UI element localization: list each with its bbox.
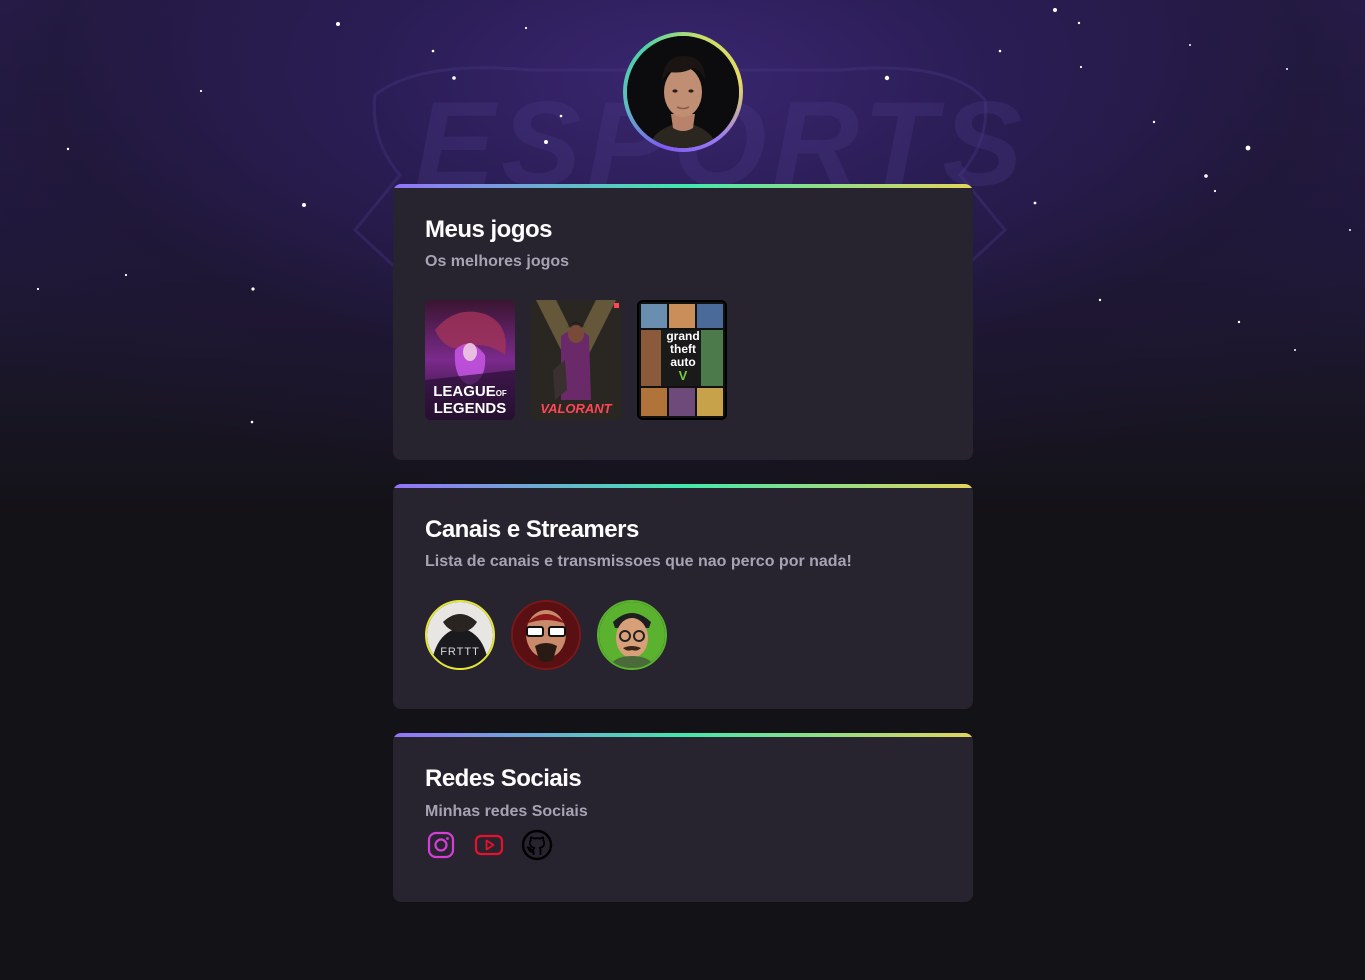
channel-avatar-1[interactable]: FRTTT [425, 600, 495, 670]
instagram-link[interactable] [425, 829, 457, 861]
shirt-text: FRTTT [440, 646, 480, 658]
profile-avatar [623, 32, 743, 152]
github-link[interactable] [521, 829, 553, 861]
instagram-icon [427, 831, 455, 859]
gta-line4: V [678, 368, 688, 383]
game-valorant[interactable]: VALORANT [531, 300, 621, 420]
streamer-avatar-icon [513, 602, 579, 668]
game-label-line1: LEAGUE [433, 383, 496, 400]
game-gta-v[interactable]: grand theft auto V [637, 300, 727, 420]
games-card: Meus jogos Os melhores jogos LEAGUEOF LE… [393, 184, 973, 460]
social-card: Redes Sociais Minhas redes Sociais [393, 733, 973, 902]
avatar [627, 36, 739, 148]
youtube-link[interactable] [473, 829, 505, 861]
game-league-of-legends[interactable]: LEAGUEOF LEGENDS [425, 300, 515, 420]
games-title: Meus jogos [425, 216, 553, 243]
page: ESPORTS Meus jogos Os melhores jogos LEA… [0, 0, 1365, 980]
streamer-avatar-icon [599, 602, 665, 668]
game-label: VALORANT [540, 401, 612, 416]
games-subtitle: Os melhores jogos [425, 253, 570, 270]
game-label-line2: LEGENDS [433, 400, 507, 417]
channels-subtitle: Lista de canais e transmissoes que nao p… [425, 553, 852, 570]
channel-avatar-2[interactable] [511, 600, 581, 670]
streamer-avatar-icon [427, 602, 493, 668]
social-subtitle: Minhas redes Sociais [425, 803, 588, 820]
youtube-icon [474, 834, 504, 856]
person-portrait-icon [627, 36, 739, 148]
gta-title-block: grand theft auto V [663, 330, 703, 383]
social-title: Redes Sociais [425, 765, 582, 792]
github-icon [521, 829, 553, 861]
channels-card: Canais e Streamers Lista de canais e tra… [393, 484, 973, 709]
channels-title: Canais e Streamers [425, 516, 639, 543]
channel-avatar-3[interactable] [597, 600, 667, 670]
game-label-of: OF [495, 389, 507, 398]
